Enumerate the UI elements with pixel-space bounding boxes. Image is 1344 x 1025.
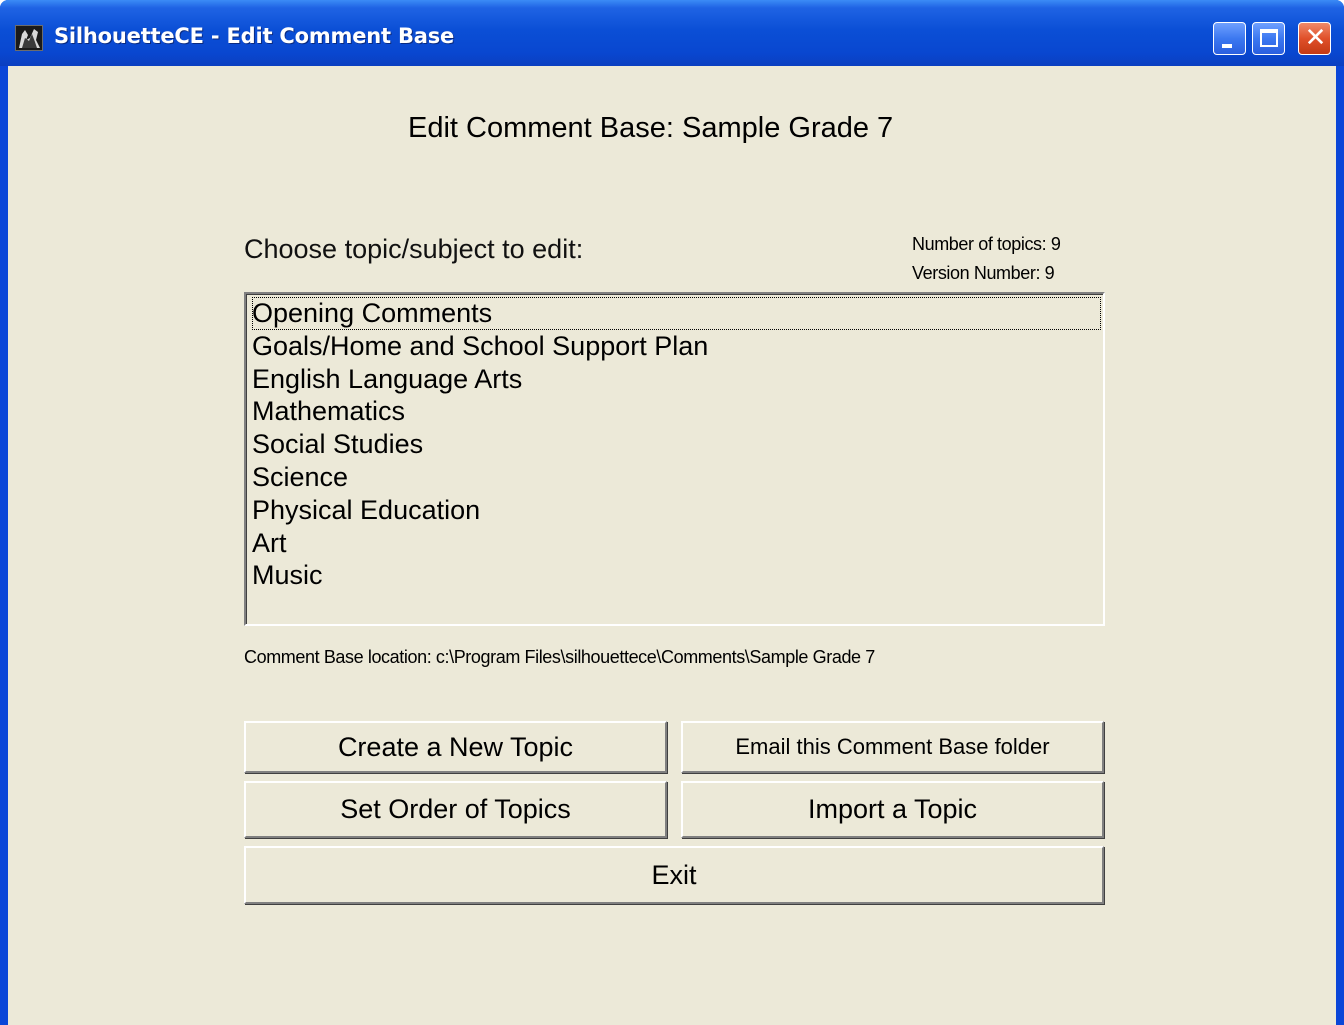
window-title: SilhouetteCE - Edit Comment Base bbox=[54, 24, 455, 48]
topic-listbox[interactable]: Opening Comments Goals/Home and School Su… bbox=[244, 292, 1105, 626]
version-number: Version Number: 9 bbox=[912, 263, 1055, 283]
page-title: Edit Comment Base: Sample Grade 7 bbox=[408, 112, 894, 144]
exit-button[interactable]: Exit bbox=[244, 846, 1104, 904]
topic-list-item[interactable]: English Language Arts bbox=[252, 363, 1103, 396]
app-window: SilhouetteCE - Edit Comment Base ✕ Edit … bbox=[0, 0, 1344, 1025]
comment-base-location: Comment Base location: c:\Program Files\… bbox=[244, 647, 875, 667]
topic-list-item[interactable]: Art bbox=[252, 527, 1103, 560]
email-comment-base-button[interactable]: Email this Comment Base folder bbox=[681, 721, 1104, 773]
topic-list-item[interactable]: Science bbox=[252, 461, 1103, 494]
create-new-topic-button[interactable]: Create a New Topic bbox=[244, 721, 667, 773]
maximize-button[interactable] bbox=[1252, 22, 1285, 55]
choose-topic-label: Choose topic/subject to edit: bbox=[244, 234, 584, 264]
topic-list-item[interactable]: Music bbox=[252, 559, 1103, 592]
topic-count: Number of topics: 9 bbox=[912, 234, 1061, 254]
topic-list-item[interactable]: Social Studies bbox=[252, 428, 1103, 461]
close-icon: ✕ bbox=[1304, 23, 1327, 53]
minimize-icon bbox=[1222, 44, 1232, 48]
topic-list-item[interactable]: Goals/Home and School Support Plan bbox=[252, 330, 1103, 363]
title-bar[interactable]: SilhouetteCE - Edit Comment Base ✕ bbox=[0, 0, 1344, 66]
topic-list-item[interactable]: Opening Comments bbox=[252, 297, 1101, 330]
topic-list-item[interactable]: Mathematics bbox=[252, 395, 1103, 428]
silhouette-app-icon[interactable] bbox=[15, 25, 43, 51]
set-order-of-topics-button[interactable]: Set Order of Topics bbox=[244, 781, 667, 838]
minimize-button[interactable] bbox=[1213, 22, 1246, 55]
import-topic-button[interactable]: Import a Topic bbox=[681, 781, 1104, 838]
close-button[interactable]: ✕ bbox=[1298, 22, 1331, 55]
topic-list-item[interactable]: Physical Education bbox=[252, 494, 1103, 527]
maximize-icon bbox=[1260, 29, 1278, 47]
